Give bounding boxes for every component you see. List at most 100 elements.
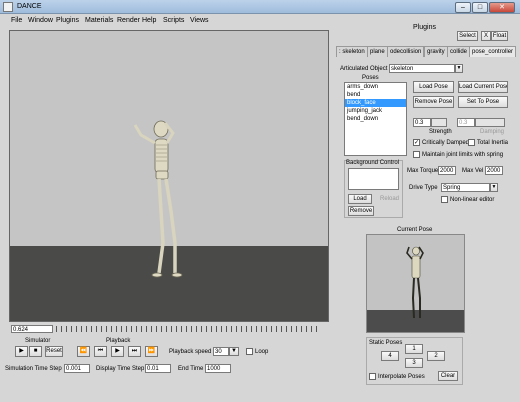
articulated-object-dropdown[interactable]: ▼ [455, 64, 463, 73]
critically-damped-label: Critically Damped [422, 140, 470, 146]
current-pose-label: Current Pose [397, 227, 433, 233]
background-control-field[interactable] [348, 168, 399, 190]
load-pose-button[interactable]: Load Pose [413, 81, 454, 93]
drive-type-select[interactable]: Spring [441, 183, 490, 192]
load-current-pose-button[interactable]: Load Current Pose [458, 81, 508, 93]
tab-skeleton[interactable]: : skeleton [336, 46, 368, 57]
articulated-object-label: Articulated Object [340, 66, 388, 72]
tab-pose-controller[interactable]: pose_controller [469, 46, 517, 57]
maintain-joint-limits-checkbox[interactable] [413, 151, 420, 158]
title-bar [0, 0, 520, 14]
loop-checkbox[interactable] [246, 348, 253, 355]
max-vel-label: Max Vel [462, 168, 484, 174]
damping-slider[interactable] [475, 118, 505, 127]
maximize-button[interactable]: □ [472, 2, 488, 13]
static-pose-2-button[interactable]: 2 [427, 351, 445, 361]
loop-label: Loop [255, 349, 269, 355]
menu-views[interactable]: Views [190, 17, 209, 24]
static-pose-1-button[interactable]: 1 [405, 344, 423, 354]
reset-button[interactable]: Reset [45, 346, 63, 357]
total-inertia-checkbox[interactable] [468, 139, 475, 146]
step-forward-icon: ⏭ [131, 348, 138, 354]
critically-damped-checkbox[interactable]: ✓ [413, 139, 420, 146]
max-torque-field[interactable]: 2000 [438, 166, 456, 175]
chevron-down-icon: ▼ [491, 184, 497, 190]
menu-window[interactable]: Window [28, 17, 53, 24]
pose-item-arms-down[interactable]: arms_down [345, 83, 406, 91]
current-time-field[interactable]: 0.624 [11, 325, 53, 333]
end-time-label: End Time [178, 366, 204, 372]
step-back-button[interactable]: ⏮ [94, 346, 107, 357]
tab-collide[interactable]: collide [447, 46, 471, 57]
sim-time-step-label: Simulation Time Step [5, 366, 62, 372]
background-load-button[interactable]: Load [348, 194, 372, 204]
max-torque-label: Max Torque [407, 168, 439, 174]
pose-item-block-face[interactable]: block_face [345, 99, 406, 107]
timeline-slider[interactable] [56, 326, 318, 332]
non-linear-editor-checkbox[interactable] [441, 196, 448, 203]
background-control-label: Background Control [346, 160, 400, 166]
menu-scripts[interactable]: Scripts [163, 17, 184, 24]
check-icon: ✓ [414, 140, 420, 146]
fast-forward-icon: ⏩ [147, 348, 156, 354]
play-icon: ▶ [19, 348, 24, 354]
preview-skeleton [406, 246, 424, 319]
end-time-field[interactable]: 1000 [205, 364, 231, 373]
tab-odecollision[interactable]: odecollision [387, 46, 425, 57]
play-button[interactable]: ▶ [15, 346, 28, 357]
tab-plane[interactable]: plane [367, 46, 388, 57]
poses-list[interactable]: arms_down bend block_face jumping_jack b… [344, 82, 407, 156]
non-linear-editor-label: Non-linear editor [450, 197, 495, 203]
max-vel-field[interactable]: 2000 [485, 166, 503, 175]
damping-label: Damping [480, 129, 505, 135]
fast-forward-button[interactable]: ⏩ [145, 346, 158, 357]
menu-file[interactable]: File [11, 17, 22, 24]
static-poses-label: Static Poses [369, 340, 403, 346]
rewind-icon: ⏪ [79, 348, 88, 354]
chevron-down-icon: ▼ [231, 348, 237, 354]
display-time-step-field[interactable]: 0.01 [145, 364, 171, 373]
playback-speed-dropdown[interactable]: ▼ [229, 347, 239, 356]
interpolate-poses-label: Interpolate Poses [378, 374, 425, 380]
playback-speed-label: Playback speed [169, 349, 212, 355]
static-pose-4-button[interactable]: 4 [381, 351, 399, 361]
stop-icon: ■ [33, 348, 38, 354]
select-button[interactable]: Select [457, 31, 478, 41]
3d-viewport[interactable] [9, 30, 329, 322]
menu-render[interactable]: Render [117, 17, 140, 24]
playback-play-button[interactable]: ▶ [111, 346, 124, 357]
menu-help[interactable]: Help [142, 17, 156, 24]
close-plugin-button[interactable]: X [481, 31, 491, 41]
damping-field[interactable]: 0.3 [457, 118, 475, 127]
static-pose-3-button[interactable]: 3 [405, 358, 423, 368]
playback-speed-select[interactable]: 30 [213, 347, 229, 356]
minimize-button[interactable]: – [455, 2, 471, 13]
remove-pose-button[interactable]: Remove Pose [413, 96, 454, 108]
menu-materials[interactable]: Materials [85, 17, 113, 24]
menu-plugins[interactable]: Plugins [56, 17, 79, 24]
step-back-icon: ⏮ [97, 348, 104, 354]
window-title: DANCE [17, 3, 42, 10]
interpolate-poses-checkbox[interactable] [369, 373, 376, 380]
clear-button[interactable]: Clear [438, 371, 458, 381]
strength-field[interactable]: 0.3 [413, 118, 431, 127]
pose-item-bend-down[interactable]: bend_down [345, 115, 406, 123]
float-button[interactable]: Float [491, 31, 508, 41]
sim-time-step-field[interactable]: 0.001 [64, 364, 90, 373]
step-forward-button[interactable]: ⏭ [128, 346, 141, 357]
plugins-header: Plugins [413, 24, 436, 31]
articulated-object-select[interactable]: skeleton [389, 64, 455, 73]
drive-type-dropdown[interactable]: ▼ [490, 183, 498, 192]
app-icon [3, 2, 13, 12]
set-to-pose-button[interactable]: Set To Pose [458, 96, 508, 108]
background-reload-button[interactable]: Reload [380, 196, 399, 202]
rewind-button[interactable]: ⏪ [77, 346, 90, 357]
tab-gravity[interactable]: gravity [424, 46, 448, 57]
strength-slider[interactable] [431, 118, 447, 127]
pose-item-jumping-jack[interactable]: jumping_jack [345, 107, 406, 115]
stop-button[interactable]: ■ [29, 346, 42, 357]
background-remove-button[interactable]: Remove [348, 206, 374, 216]
pose-item-bend[interactable]: bend [345, 91, 406, 99]
close-button[interactable]: ✕ [489, 2, 515, 13]
current-pose-preview [366, 234, 465, 333]
